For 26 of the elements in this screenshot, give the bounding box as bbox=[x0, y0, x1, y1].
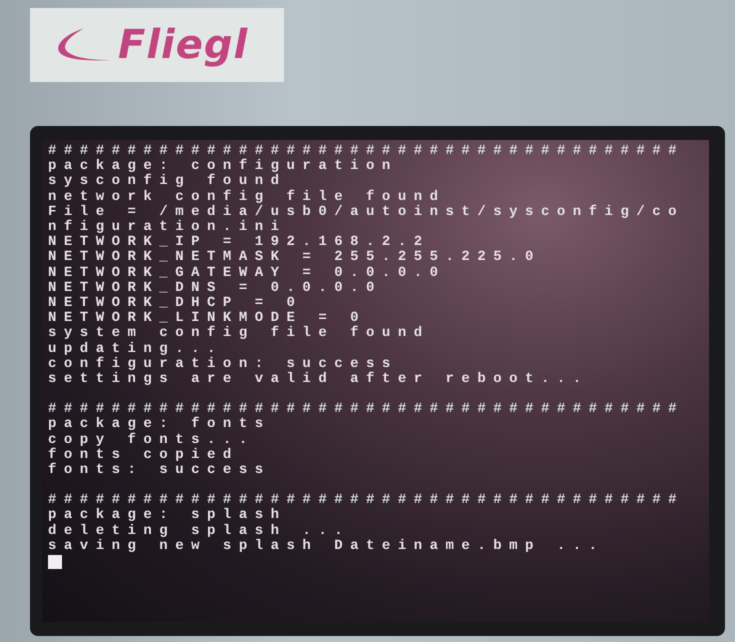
terminal-line: fonts: success bbox=[48, 463, 271, 478]
terminal-line: system config file found bbox=[48, 326, 430, 342]
terminal-line: package: configuration bbox=[48, 159, 398, 174]
terminal-line: sysconfig found bbox=[48, 174, 287, 190]
terminal-line: NETWORK_IP = 192.168.2.2 bbox=[48, 235, 430, 250]
terminal-line: fonts copied bbox=[48, 448, 239, 463]
terminal-line: package: fonts bbox=[48, 417, 271, 432]
separator-line: ######################################## bbox=[48, 493, 684, 508]
terminal-line: copy fonts... bbox=[48, 432, 255, 448]
terminal-line: NETWORK_LINKMODE = 0 bbox=[48, 311, 366, 326]
terminal-line: configuration: success bbox=[48, 356, 398, 372]
separator-line: ######################################## bbox=[48, 402, 684, 418]
terminal-line: NETWORK_DNS = 0.0.0.0 bbox=[48, 280, 382, 296]
logo-text: Fliegl bbox=[118, 22, 248, 68]
terminal-line: File = /media/usb0/autoinst/sysconfig/co bbox=[48, 204, 684, 220]
terminal-line: NETWORK_GATEWAY = 0.0.0.0 bbox=[48, 266, 446, 281]
terminal-line: network config file found bbox=[48, 190, 446, 205]
separator-line: ######################################## bbox=[48, 144, 684, 159]
terminal-line: nfiguration.ini bbox=[48, 220, 287, 236]
terminal-line: deleting splash ... bbox=[48, 524, 350, 539]
terminal-line: saving new splash Dateiname.bmp ... bbox=[48, 538, 605, 554]
terminal-line: updating... bbox=[48, 342, 223, 357]
terminal-line: NETWORK_DHCP = 0 bbox=[48, 296, 302, 312]
terminal-line: settings are valid after reboot... bbox=[48, 372, 589, 388]
terminal-line: NETWORK_NETMASK = 255.255.225.0 bbox=[48, 250, 541, 266]
terminal-line: package: splash bbox=[48, 508, 287, 524]
